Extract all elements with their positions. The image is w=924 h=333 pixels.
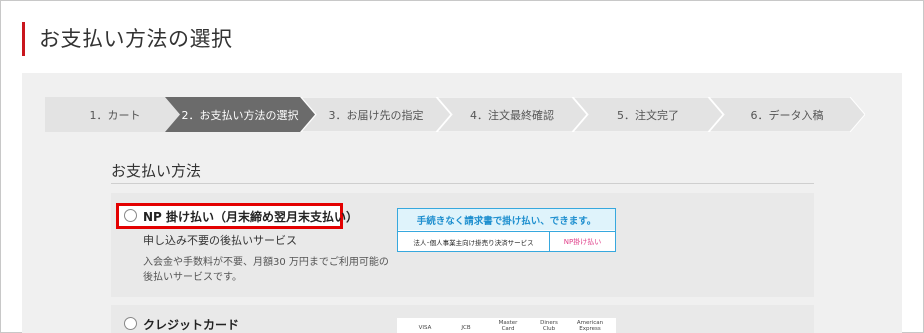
step-shipping-address: 3．お届け先の指定 — [301, 97, 451, 132]
card-brand-master: Master Card — [498, 320, 518, 332]
card-brand-visa: VISA — [418, 325, 432, 331]
step-order-complete: 5．注文完了 — [573, 97, 723, 132]
card-brand-jcb: JCB — [461, 325, 471, 331]
card-brands: VISA JCB Master Card Diners Club America… — [397, 318, 616, 333]
np-banner-caption: 法人･個人事業主向け掛売り決済サービス — [398, 231, 549, 251]
np-payment-subtitle: 申し込み不要の後払いサービス — [143, 234, 297, 247]
np-logo: NP掛け払い — [549, 231, 615, 251]
np-payment-desc-2: 後払いサービスです。 — [143, 272, 242, 283]
np-payment-radio[interactable] — [124, 209, 137, 222]
np-payment-label[interactable]: NP 掛け払い（月末締め翌月末支払い） — [143, 208, 358, 225]
section-divider — [111, 183, 814, 184]
np-banner: 手続きなく請求書で掛け払い、できます。 法人･個人事業主向け掛売り決済サービス … — [397, 208, 616, 252]
step-label: 6．データ入稿 — [750, 108, 824, 122]
step-label: 3．お届け先の指定 — [328, 108, 424, 122]
step-cart: 1．カート — [45, 97, 185, 132]
step-label: 2．お支払い方法の選択 — [181, 108, 299, 122]
page-title-bar: お支払い方法の選択 — [22, 22, 233, 56]
credit-card-label[interactable]: クレジットカード — [143, 316, 239, 333]
page-title: お支払い方法の選択 — [39, 27, 233, 51]
np-banner-headline: 手続きなく請求書で掛け払い、できます。 — [398, 209, 615, 230]
credit-card-radio[interactable] — [124, 317, 137, 330]
card-brand-amex: American Express — [576, 320, 604, 332]
np-payment-desc-1: 入会金や手数料が不要、月額30 万円までご利用可能の — [143, 257, 389, 268]
checkout-steps: 1．カート 2．お支払い方法の選択 3．お届け先の指定 4．注文最終確認 5．注… — [45, 97, 865, 132]
card-brand-diners: Diners Club — [540, 320, 558, 332]
step-label: 4．注文最終確認 — [470, 108, 554, 122]
step-final-confirm: 4．注文最終確認 — [437, 97, 587, 132]
step-data-upload: 6．データ入稿 — [709, 97, 865, 132]
payment-section-title: お支払い方法 — [111, 162, 202, 180]
step-payment-method: 2．お支払い方法の選択 — [165, 97, 315, 132]
step-label: 1．カート — [89, 108, 141, 122]
step-label: 5．注文完了 — [617, 108, 679, 122]
